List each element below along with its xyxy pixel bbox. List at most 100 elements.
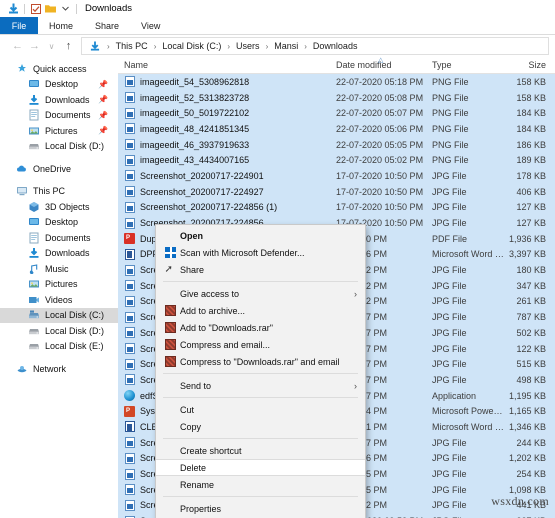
table-row[interactable]: imageedit_48_4241851345 22-07-2020 05:06 … — [118, 121, 555, 137]
customize-chevron-icon[interactable] — [58, 2, 73, 16]
tab-file[interactable]: File — [0, 17, 38, 34]
tab-home[interactable]: Home — [38, 17, 84, 34]
table-row[interactable]: imageedit_43_4434007165 22-07-2020 05:02 … — [118, 152, 555, 169]
tab-view[interactable]: View — [130, 17, 171, 34]
file-type-cell: JPG File — [432, 265, 467, 276]
file-name-cell[interactable]: imageedit_48_4241851345 — [118, 123, 330, 135]
file-size-cell: 254 KB — [516, 469, 546, 480]
music-icon — [28, 263, 40, 275]
pictures-icon — [28, 125, 40, 137]
breadcrumb-local-disk-c[interactable]: Local Disk (C:) — [161, 41, 222, 51]
sidebar-item-3d-objects[interactable]: 3D Objects — [0, 199, 118, 215]
table-row[interactable]: imageedit_50_5019722102 22-07-2020 05:07 … — [118, 105, 555, 122]
pin-icon[interactable]: 📌 — [98, 111, 108, 120]
file-name-label: imageedit_46_3937919633 — [140, 139, 250, 150]
file-name-cell[interactable]: imageedit_50_5019722102 — [118, 107, 330, 119]
address-input[interactable]: › This PC › Local Disk (C:) › Users › Ma… — [81, 37, 549, 55]
table-row[interactable]: imageedit_54_5308962818 22-07-2020 05:18 … — [118, 74, 555, 90]
file-name-cell[interactable]: imageedit_43_4434007165 — [118, 154, 330, 166]
menu-item-properties[interactable]: Properties — [156, 500, 365, 517]
pin-icon[interactable]: 📌 — [98, 95, 108, 104]
file-name-cell[interactable]: Screenshot_20200717-224927 — [118, 186, 330, 198]
menu-item-send-to[interactable]: Send to › — [156, 377, 365, 394]
sidebar-item-local-disk-c[interactable]: Local Disk (C:) — [0, 307, 118, 323]
breadcrumb-mansi[interactable]: Mansi — [273, 41, 299, 51]
menu-item-rename[interactable]: Rename — [156, 476, 365, 493]
breadcrumb-users[interactable]: Users — [235, 41, 261, 51]
menu-item-add-to-downloads-rar[interactable]: Add to "Downloads.rar" — [156, 319, 365, 336]
sidebar-item-documents[interactable]: Documents — [0, 230, 118, 246]
menu-item-copy[interactable]: Copy — [156, 418, 365, 435]
sidebar-item-desktop[interactable]: Desktop — [0, 215, 118, 231]
sidebar-item-label: Local Disk (E:) — [45, 341, 104, 352]
properties-icon[interactable] — [28, 2, 43, 16]
menu-item-create-shortcut[interactable]: Create shortcut — [156, 442, 365, 459]
recent-locations-button[interactable]: ∨ — [43, 37, 60, 55]
image-file-icon — [124, 264, 135, 276]
menu-item-label: Create shortcut — [180, 445, 242, 456]
menu-item-delete[interactable]: Delete — [156, 459, 365, 476]
menu-item-scan-with-microsoft-defender[interactable]: Scan with Microsoft Defender... — [156, 244, 365, 261]
window-title: Downloads — [85, 3, 132, 14]
downloads-icon[interactable] — [6, 2, 21, 16]
image-file-icon — [124, 170, 135, 182]
sidebar-item-quick-access[interactable]: Quick access — [0, 61, 118, 77]
downloads-folder-icon — [87, 39, 102, 53]
sidebar-item-videos[interactable]: Videos — [0, 292, 118, 308]
tab-share[interactable]: Share — [84, 17, 130, 34]
file-type-cell: JPG File — [432, 312, 467, 323]
address-bar: ← → ∨ ↑ › This PC › Local Disk (C:) › Us… — [0, 35, 555, 57]
back-button[interactable]: ← — [9, 37, 26, 55]
breadcrumb-downloads[interactable]: Downloads — [312, 41, 359, 51]
file-name-cell[interactable]: imageedit_54_5308962818 — [118, 76, 330, 88]
file-name-label: imageedit_50_5019722102 — [140, 108, 250, 119]
column-header-size[interactable]: Size — [504, 60, 554, 70]
new-folder-icon[interactable] — [43, 2, 58, 16]
file-name-cell[interactable]: Screenshot_20200717-224901 — [118, 170, 330, 182]
sidebar-item-documents[interactable]: Documents 📌 — [0, 108, 118, 124]
sidebar-item-desktop[interactable]: Desktop 📌 — [0, 77, 118, 93]
sidebar-item-downloads[interactable]: Downloads — [0, 246, 118, 262]
menu-item-cut[interactable]: Cut — [156, 401, 365, 418]
sidebar-item-pictures[interactable]: Pictures 📌 — [0, 123, 118, 139]
menu-separator — [163, 438, 358, 439]
table-row[interactable]: Screenshot_20200717-224901 17-07-2020 10:… — [118, 168, 555, 184]
file-type-cell: JPG File — [432, 170, 467, 181]
menu-item-give-access-to[interactable]: Give access to › — [156, 285, 365, 302]
menu-item-compress-and-email[interactable]: Compress and email... — [156, 336, 365, 353]
file-size-cell: 158 KB — [516, 76, 546, 87]
file-name-cell[interactable]: imageedit_46_3937919633 — [118, 139, 330, 151]
sidebar-item-downloads[interactable]: Downloads 📌 — [0, 92, 118, 108]
table-row[interactable]: imageedit_46_3937919633 22-07-2020 05:05 … — [118, 136, 555, 153]
sidebar-item-label: Documents — [45, 110, 91, 121]
chevron-right-icon: › — [354, 380, 357, 391]
up-button[interactable]: ↑ — [60, 37, 77, 55]
breadcrumb-this-pc[interactable]: This PC — [115, 41, 149, 51]
menu-item-add-to-archive[interactable]: Add to archive... — [156, 302, 365, 319]
sidebar-item-local-disk-d[interactable]: Local Disk (D:) — [0, 323, 118, 339]
table-row[interactable]: Screenshot_20200717-224856 (1) 17-07-2020… — [118, 199, 555, 216]
sidebar-item-this-pc[interactable]: This PC — [0, 184, 118, 200]
sidebar-item-network[interactable]: Network — [0, 361, 118, 377]
column-header-date-modified[interactable]: △ Date modified — [330, 57, 426, 70]
file-type-cell: JPG File — [432, 327, 467, 338]
table-row[interactable]: Screenshot_20200717-224927 17-07-2020 10:… — [118, 183, 555, 200]
sidebar-item-local-disk-d[interactable]: Local Disk (D:) — [0, 139, 118, 155]
pin-icon[interactable]: 📌 — [98, 80, 108, 89]
menu-item-open[interactable]: Open — [156, 227, 365, 244]
column-header-type[interactable]: Type — [426, 60, 504, 70]
sidebar-item-local-disk-e[interactable]: Local Disk (E:) — [0, 339, 118, 355]
pin-icon[interactable]: 📌 — [98, 126, 108, 135]
column-header-name[interactable]: Name — [118, 60, 330, 70]
sidebar-item-music[interactable]: Music — [0, 261, 118, 277]
file-type-cell: JPG File — [432, 202, 467, 213]
menu-item-share[interactable]: ➚ Share — [156, 261, 365, 278]
file-name-cell[interactable]: Screenshot_20200717-224856 (1) — [118, 201, 330, 213]
forward-button[interactable]: → — [26, 37, 43, 55]
table-row[interactable]: imageedit_52_5313823728 22-07-2020 05:08 … — [118, 89, 555, 106]
sidebar-item-onedrive[interactable]: OneDrive — [0, 161, 118, 177]
menu-item-compress-to-downloads-rar-and-email[interactable]: Compress to "Downloads.rar" and email — [156, 353, 365, 370]
file-name-cell[interactable]: imageedit_52_5313823728 — [118, 92, 330, 104]
sidebar-item-pictures[interactable]: Pictures — [0, 277, 118, 293]
